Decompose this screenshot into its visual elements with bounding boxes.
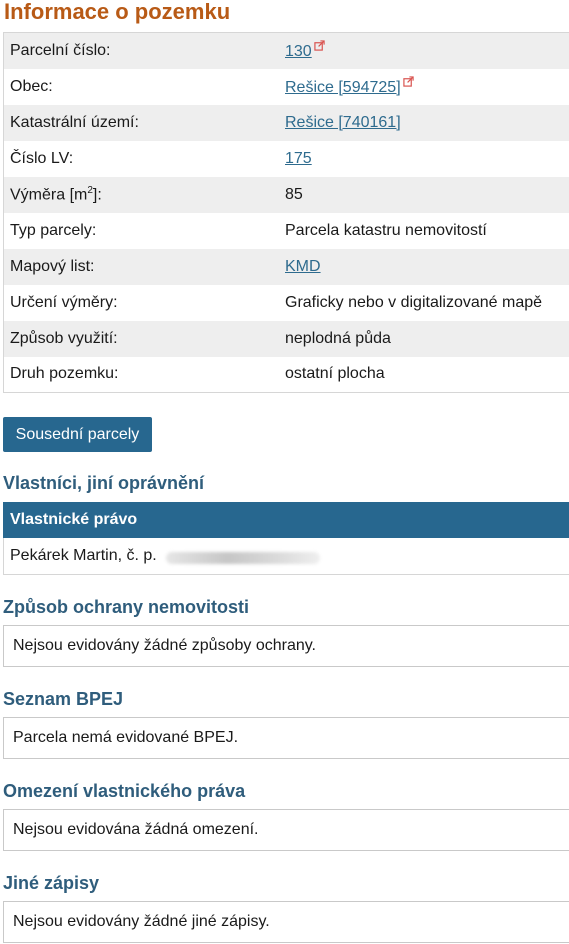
value-land-type: ostatní plocha — [285, 365, 385, 383]
page-title: Informace o pozemku — [4, 0, 231, 24]
label-land-type: Druh pozemku: — [10, 365, 119, 383]
row-parcel-number: Parcelní číslo: 130 — [3, 32, 569, 69]
owners-section-title: Vlastníci, jiní oprávnění — [3, 473, 205, 493]
label-usage: Způsob využití: — [10, 329, 118, 347]
restrictions-box: Nejsou evidována žádná omezení. — [3, 809, 569, 851]
cadastral-area-link[interactable]: Rešice [740161] — [285, 114, 401, 131]
owners-table: Vlastnické právo Pekárek Martin, č. p. — [3, 502, 569, 575]
parcel-number-link[interactable]: 130 — [285, 43, 312, 60]
label-parcel-number: Parcelní číslo: — [10, 41, 111, 59]
row-area: Výměra [m2]: 85 — [3, 176, 569, 213]
protection-box: Nejsou evidovány žádné způsoby ochrany. — [3, 625, 569, 667]
bpej-section-title: Seznam BPEJ — [3, 689, 124, 709]
other-records-section-title: Jiné zápisy — [3, 873, 100, 893]
value-usage: neplodná půda — [285, 329, 391, 347]
redacted-address — [166, 552, 320, 564]
label-area-determination: Určení výměry: — [10, 293, 118, 311]
label-cadastral-area: Katastrální území: — [10, 113, 139, 131]
row-municipality: Obec: Rešice [594725] — [3, 68, 569, 105]
other-records-box: Nejsou evidovány žádné jiné zápisy. — [3, 901, 569, 943]
row-map-sheet: Mapový list: KMD — [3, 248, 569, 285]
row-area-determination: Určení výměry: Graficky nebo v digitaliz… — [3, 284, 569, 321]
neighbor-parcels-button[interactable]: Sousední parcely — [3, 417, 152, 452]
municipality-link[interactable]: Rešice [594725] — [285, 79, 401, 96]
parcel-info-table: Parcelní číslo: 130 Obec: Rešice [594725… — [3, 32, 569, 393]
label-lv-number: Číslo LV: — [10, 149, 74, 167]
owner-row: Pekárek Martin, č. p. — [3, 538, 569, 575]
value-area-determination: Graficky nebo v digitalizované mapě — [285, 293, 543, 311]
label-area: Výměra [m2]: — [10, 184, 102, 204]
restrictions-section-title: Omezení vlastnického práva — [3, 781, 246, 801]
row-lv-number: Číslo LV: 175 — [3, 140, 569, 177]
map-sheet-link[interactable]: KMD — [285, 258, 321, 275]
external-link-icon[interactable] — [402, 76, 414, 87]
external-link-icon[interactable] — [314, 40, 325, 51]
owner-name: Pekárek Martin, č. p. — [10, 547, 157, 564]
ownership-right-header: Vlastnické právo — [3, 502, 569, 538]
label-municipality: Obec: — [10, 77, 53, 95]
row-usage: Způsob využití: neplodná půda — [3, 320, 569, 357]
row-cadastral-area: Katastrální území: Rešice [740161] — [3, 104, 569, 141]
value-parcel-type: Parcela katastru nemovitostí — [285, 221, 487, 239]
protection-section-title: Způsob ochrany nemovitosti — [3, 597, 250, 617]
row-land-type: Druh pozemku: ostatní plocha — [3, 356, 569, 393]
bpej-box: Parcela nemá evidované BPEJ. — [3, 717, 569, 759]
lv-number-link[interactable]: 175 — [285, 150, 312, 167]
page: Informace o pozemku Parcelní číslo: 130 … — [0, 0, 569, 944]
label-map-sheet: Mapový list: — [10, 257, 95, 275]
label-parcel-type: Typ parcely: — [10, 221, 97, 239]
value-area: 85 — [285, 185, 303, 203]
row-parcel-type: Typ parcely: Parcela katastru nemovitost… — [3, 212, 569, 249]
